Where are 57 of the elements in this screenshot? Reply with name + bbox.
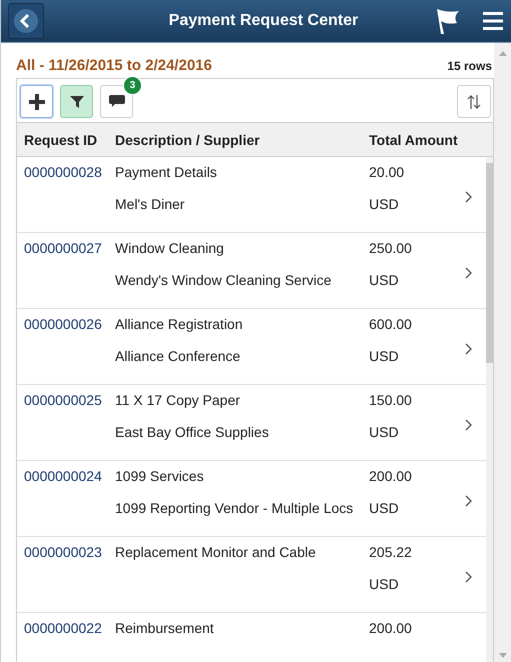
column-header: Description / Supplier: [115, 132, 261, 148]
chevron-right-icon: [465, 191, 472, 203]
supplier-text: East Bay Office Supplies: [115, 424, 270, 440]
supplier-text: Alliance Conference: [115, 348, 242, 364]
description-text: Reimbursement: [115, 620, 215, 636]
chevron-right-icon: [465, 267, 472, 279]
description-text: Payment Details: [115, 164, 218, 180]
menu-icon[interactable]: [483, 11, 503, 31]
chevron-right-icon: [465, 343, 472, 355]
chevron-right-icon: [465, 419, 472, 431]
currency-text: USD: [369, 348, 400, 364]
add-button[interactable]: [20, 85, 53, 118]
currency-text: USD: [369, 424, 400, 440]
currency-text: USD: [369, 196, 400, 212]
supplier-text: 1099 Reporting Vendor - Multiple Locs: [115, 500, 354, 516]
list-title: All - 11/26/2015 to 2/24/2016: [16, 57, 212, 74]
scrollbar[interactable]: [486, 157, 493, 662]
description-text: 1099 Services: [115, 468, 205, 484]
currency-text: USD: [369, 500, 400, 516]
notification-badge: 3: [123, 76, 142, 95]
description-text: Alliance Registration: [115, 316, 244, 332]
flag-icon[interactable]: [435, 7, 461, 35]
column-header: Request ID: [23, 132, 98, 148]
description-text: 11 X 17 Copy Paper: [115, 392, 242, 408]
amount-text: 20.00: [369, 164, 406, 180]
amount-text: 250.00: [369, 240, 413, 256]
chat-icon: [108, 95, 124, 108]
request-id: 0000000027: [23, 240, 103, 256]
request-id: 0000000024: [23, 468, 103, 484]
amount-text: 205.22: [369, 544, 413, 560]
amount-text: 600.00: [369, 316, 413, 332]
sort-button[interactable]: [457, 85, 491, 118]
back-button[interactable]: [8, 3, 44, 39]
request-id: 0000000028: [23, 164, 103, 180]
back-icon: [13, 8, 39, 34]
amount-text: 150.00: [369, 392, 413, 408]
description-text: Replacement Monitor and Cable: [115, 544, 317, 560]
chevron-right-icon: [465, 495, 472, 507]
filter-icon: [70, 94, 84, 108]
plus-icon: [28, 94, 44, 110]
row-count: 15 rows: [447, 59, 492, 74]
description-text: Window Cleaning: [115, 240, 225, 256]
filter-button[interactable]: [60, 85, 93, 118]
request-id: 0000000022: [23, 620, 103, 636]
amount-text: 200.00: [369, 468, 413, 484]
request-id: 0000000023: [23, 544, 103, 560]
supplier-text: Wendy's Window Cleaning Service: [115, 272, 332, 288]
request-id: 0000000026: [23, 316, 103, 332]
column-header: Total Amount: [369, 132, 459, 148]
supplier-text: Mel's Diner: [115, 196, 186, 212]
request-id: 0000000025: [23, 392, 103, 408]
amount-text: 200.00: [369, 620, 413, 636]
currency-text: USD: [369, 272, 400, 288]
chevron-right-icon: [465, 571, 472, 583]
currency-text: USD: [369, 576, 400, 592]
sort-icon: [466, 94, 482, 110]
page-title: Payment Request Center: [168, 12, 360, 30]
